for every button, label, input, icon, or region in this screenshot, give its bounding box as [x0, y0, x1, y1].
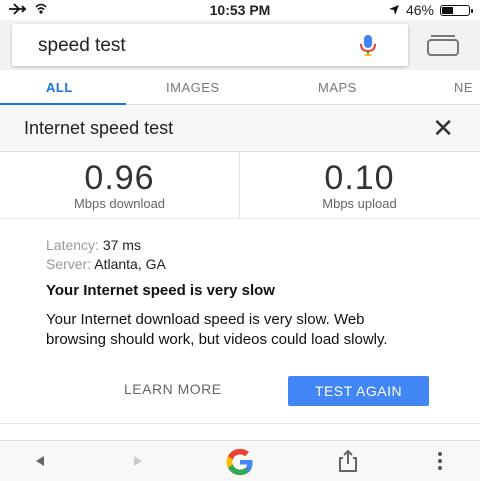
- search-bar-area: [0, 20, 480, 70]
- upload-result: 0.10 Mbps upload: [240, 152, 479, 218]
- battery-icon: [440, 4, 473, 16]
- tab-images[interactable]: IMAGES: [166, 80, 220, 95]
- speed-verdict: Your Internet speed is very slow: [46, 282, 275, 299]
- forward-icon[interactable]: [132, 455, 144, 467]
- server-row: Server: Atlanta, GA: [46, 255, 446, 274]
- tab-all[interactable]: ALL: [46, 80, 73, 95]
- status-bar: 10:53 PM 46%: [0, 0, 480, 20]
- battery-percent: 46%: [405, 2, 434, 18]
- search-box[interactable]: [12, 24, 408, 66]
- speed-description: Your Internet download speed is very slo…: [46, 311, 388, 348]
- download-value: 0.96: [84, 159, 155, 197]
- search-input[interactable]: [36, 34, 340, 58]
- more-options-icon[interactable]: [436, 451, 444, 471]
- download-unit: Mbps download: [73, 196, 166, 211]
- tabs-icon[interactable]: [426, 34, 460, 56]
- speed-test-card-header: Internet speed test ✕: [0, 105, 480, 152]
- server-label: Server:: [46, 256, 92, 272]
- card-title: Internet speed test: [24, 118, 174, 138]
- latency-row: Latency: 37 ms: [46, 236, 446, 255]
- google-logo-icon[interactable]: [216, 447, 264, 477]
- divider: [0, 423, 480, 424]
- share-icon[interactable]: [336, 449, 360, 473]
- tab-maps[interactable]: MAPS: [318, 80, 357, 95]
- status-right: 46%: [388, 2, 473, 18]
- server-value: Atlanta, GA: [94, 256, 166, 272]
- upload-value: 0.10: [324, 159, 395, 197]
- learn-more-link[interactable]: LEARN MORE: [124, 381, 222, 397]
- back-icon[interactable]: [34, 455, 46, 467]
- download-result: 0.96 Mbps download: [0, 152, 240, 218]
- location-arrow-icon: [388, 5, 399, 15]
- latency-label: Latency:: [46, 237, 99, 253]
- close-icon[interactable]: ✕: [432, 115, 454, 141]
- speed-results: 0.96 Mbps download 0.10 Mbps upload: [0, 152, 480, 219]
- test-details: Latency: 37 ms Server: Atlanta, GA: [46, 236, 446, 274]
- mic-icon[interactable]: [356, 33, 380, 57]
- search-tabs: ALL IMAGES MAPS NE: [0, 70, 480, 105]
- upload-unit: Mbps upload: [322, 196, 397, 211]
- tab-news[interactable]: NE: [454, 80, 473, 95]
- latency-value: 37 ms: [102, 237, 141, 253]
- test-again-button[interactable]: TEST AGAIN: [288, 376, 429, 406]
- bottom-toolbar: [0, 440, 480, 481]
